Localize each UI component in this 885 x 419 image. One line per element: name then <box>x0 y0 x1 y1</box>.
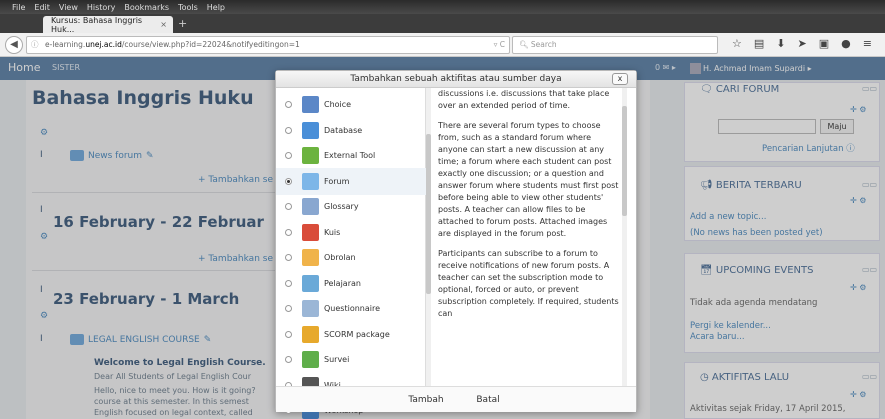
description-scrollbar[interactable] <box>622 88 627 386</box>
download-icon[interactable]: ⬇ <box>776 37 785 50</box>
reload-icon[interactable]: ▿ C <box>494 37 505 53</box>
dialog-header: Tambahkan sebuah aktifitas atau sumber d… <box>276 71 636 88</box>
radio-button[interactable] <box>285 152 292 159</box>
hamburger-menu-icon[interactable]: ≡ <box>863 37 872 50</box>
close-icon[interactable]: x <box>612 73 628 85</box>
toolbar-icons: ☆ ▤ ⬇ ➤ ▣ ● ≡ <box>732 37 872 50</box>
url-domain: unej.ac.id <box>85 40 122 49</box>
radio-button[interactable] <box>285 177 292 185</box>
radio-button[interactable] <box>285 305 292 312</box>
tab-strip: Kursus: Bahasa Inggris Huk... × + <box>0 14 885 34</box>
scorm-icon <box>302 325 319 343</box>
activity-option-label: Questionnaire <box>324 304 381 313</box>
radio-button[interactable] <box>285 356 292 363</box>
activity-option-label: SCORM package <box>324 329 390 339</box>
quiz-icon <box>302 223 319 241</box>
navigation-bar: ◀ ⓘ e-learning.unej.ac.id/course/view.ph… <box>0 33 885 57</box>
reading-list-icon[interactable]: ▤ <box>754 37 764 50</box>
activity-option[interactable]: Forum <box>276 167 426 195</box>
activity-option[interactable]: SCORM package <box>276 321 426 348</box>
url-bar[interactable]: ⓘ e-learning.unej.ac.id/course/view.php?… <box>26 36 510 54</box>
tab-title: Kursus: Bahasa Inggris Huk... <box>51 15 143 34</box>
activity-option-label: Obrolan <box>324 253 356 262</box>
activity-option-label: Database <box>324 125 363 135</box>
activity-option[interactable]: Questionnaire <box>276 295 426 322</box>
dialog-title: Tambahkan sebuah aktifitas atau sumber d… <box>350 74 562 84</box>
search-input[interactable]: 🔍︎ Search <box>512 36 718 54</box>
menu-bar: File Edit View History Bookmarks Tools H… <box>0 0 885 14</box>
activity-option[interactable]: Pelajaran <box>276 270 426 297</box>
star-icon[interactable]: ☆ <box>732 37 742 50</box>
add-button[interactable]: Tambah <box>396 391 456 409</box>
activity-description: discussions i.e. discussions that take p… <box>438 88 620 386</box>
activity-chooser-dialog: Tambahkan sebuah aktifitas atau sumber d… <box>275 70 637 419</box>
activity-option-list: Choice Database External Tool Forum Glossary… <box>276 88 426 419</box>
menu-history[interactable]: History <box>87 3 115 12</box>
search-placeholder: Search <box>530 40 557 49</box>
activity-option[interactable]: Obrolan <box>276 244 426 271</box>
radio-button[interactable] <box>285 330 292 338</box>
forum-icon <box>302 172 319 190</box>
database-icon <box>302 121 319 139</box>
radio-button[interactable] <box>285 228 292 236</box>
activity-option[interactable]: External Tool <box>276 142 426 169</box>
activity-option-label: Glossary <box>324 202 359 211</box>
description-paragraph: Participants can subscribe to a forum to… <box>438 249 619 318</box>
menu-view[interactable]: View <box>59 3 78 12</box>
url-path: /course/view.php?id=22024&notifyeditingo… <box>121 40 300 49</box>
cancel-button[interactable]: Batal <box>459 391 517 409</box>
activity-option[interactable]: Kuis <box>276 219 426 246</box>
description-paragraph: There are several forum types to choose … <box>438 121 619 238</box>
activity-option-label: Forum <box>324 176 350 186</box>
menu-tools[interactable]: Tools <box>178 3 198 12</box>
activity-option-label: Survei <box>324 355 350 364</box>
lesson-icon <box>302 274 319 292</box>
menu-help[interactable]: Help <box>207 3 225 12</box>
tab-close-icon[interactable]: × <box>160 20 167 29</box>
activity-option-label: Kuis <box>324 227 341 237</box>
external-tool-icon <box>302 147 319 164</box>
send-icon[interactable]: ➤ <box>798 37 807 50</box>
info-icon[interactable]: ⓘ <box>31 37 39 53</box>
activity-option-label: Choice <box>324 100 352 109</box>
browser-tab[interactable]: Kursus: Bahasa Inggris Huk... × <box>43 15 173 34</box>
radio-button[interactable] <box>285 254 292 261</box>
dialog-footer: Tambah Batal <box>276 386 636 412</box>
menu-edit[interactable]: Edit <box>34 3 50 12</box>
choice-icon <box>302 96 319 113</box>
new-tab-button[interactable]: + <box>178 17 187 30</box>
description-paragraph: discussions i.e. discussions that take p… <box>438 89 610 110</box>
search-icon: 🔍︎ <box>519 40 531 49</box>
activity-option[interactable]: Glossary <box>276 193 426 220</box>
menu-file[interactable]: File <box>12 3 25 12</box>
menu-bookmarks[interactable]: Bookmarks <box>124 3 169 12</box>
radio-button[interactable] <box>285 203 292 210</box>
questionnaire-icon <box>302 300 319 317</box>
glossary-icon <box>302 198 319 215</box>
activity-option[interactable]: Choice <box>276 91 426 118</box>
activity-option-label: Pelajaran <box>324 278 361 288</box>
addon-icon[interactable]: ▣ <box>819 37 829 50</box>
option-list-scrollbar[interactable] <box>426 88 431 386</box>
chat-icon <box>302 249 319 266</box>
back-arrow-icon[interactable]: ◀ <box>5 36 23 54</box>
activity-option[interactable]: Survei <box>276 346 426 373</box>
url-prefix: e-learning. <box>45 40 86 49</box>
chat-bubble-icon[interactable]: ● <box>841 37 851 50</box>
radio-button[interactable] <box>285 126 292 134</box>
radio-button[interactable] <box>285 279 292 287</box>
activity-option-label: External Tool <box>324 151 376 160</box>
survey-icon <box>302 351 319 368</box>
radio-button[interactable] <box>285 101 292 108</box>
activity-option[interactable]: Database <box>276 117 426 144</box>
